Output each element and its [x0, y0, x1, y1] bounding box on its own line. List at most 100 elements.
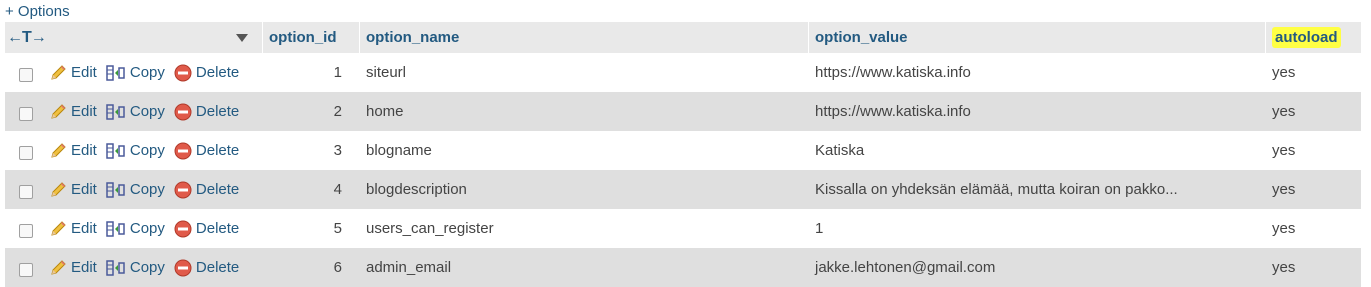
option-value-cell[interactable]: jakke.lehtonen@gmail.com [808, 248, 1265, 287]
edit-label: Edit [71, 181, 97, 198]
column-header-option-id[interactable]: option_id [262, 22, 359, 53]
delete-icon [174, 181, 192, 198]
delete-icon [174, 103, 192, 120]
copy-label: Copy [129, 259, 165, 276]
option-name-cell[interactable]: blogdescription [359, 170, 808, 209]
autoload-cell[interactable]: yes [1265, 248, 1361, 287]
edit-button[interactable]: Edit [49, 259, 97, 277]
autoload-cell[interactable]: yes [1265, 209, 1361, 248]
option-value-cell[interactable]: Kissalla on yhdeksän elämää, mutta koira… [808, 170, 1265, 209]
row-checkbox[interactable] [19, 67, 33, 82]
option-name-cell[interactable]: blogname [359, 131, 808, 170]
autoload-cell[interactable]: yes [1265, 53, 1361, 92]
pencil-icon [51, 142, 66, 158]
autoload-cell[interactable]: yes [1265, 92, 1361, 131]
column-header-option-value[interactable]: option_value [808, 22, 1265, 53]
option-value-cell[interactable]: 1 [808, 209, 1265, 248]
copy-icon [106, 64, 125, 81]
option-id-cell[interactable]: 1 [262, 53, 359, 92]
row-checkbox[interactable] [19, 106, 33, 121]
option-name-cell[interactable]: siteurl [359, 53, 808, 92]
autoload-highlight: autoload [1272, 27, 1341, 48]
option-value-cell[interactable]: Katiska [808, 131, 1265, 170]
row-checkbox[interactable] [19, 262, 33, 277]
table-row: Edit Copy [5, 53, 1361, 92]
pencil-icon [51, 259, 66, 275]
row-actions-cell: Edit Copy Delete [5, 209, 262, 248]
delete-icon [174, 64, 192, 81]
options-link[interactable]: + Options [5, 3, 70, 20]
copy-button[interactable]: Copy [106, 103, 165, 121]
results-table: ←T→ option_id option_name option_value a… [5, 22, 1361, 287]
option-value-cell[interactable]: https://www.katiska.info [808, 53, 1265, 92]
edit-button[interactable]: Edit [49, 142, 97, 160]
column-header-autoload[interactable]: autoload [1265, 22, 1361, 53]
row-actions-cell: Edit Copy Delete [5, 131, 262, 170]
autoload-cell[interactable]: yes [1265, 131, 1361, 170]
copy-icon [106, 181, 125, 198]
delete-label: Delete [195, 259, 240, 276]
copy-button[interactable]: Copy [106, 259, 165, 277]
delete-icon [174, 259, 192, 276]
pencil-icon [51, 181, 66, 197]
row-actions-cell: Edit Copy Delete [5, 92, 262, 131]
column-header-option-name[interactable]: option_name [359, 22, 808, 53]
delete-button[interactable]: Delete [174, 220, 239, 238]
copy-label: Copy [129, 220, 165, 237]
copy-label: Copy [129, 142, 165, 159]
sort-dropdown-icon[interactable] [236, 33, 248, 42]
option-value-cell[interactable]: https://www.katiska.info [808, 92, 1265, 131]
delete-button[interactable]: Delete [174, 181, 239, 199]
table-row: Edit Copy [5, 131, 1361, 170]
edit-label: Edit [71, 103, 97, 120]
copy-label: Copy [129, 103, 165, 120]
pencil-icon [51, 103, 66, 119]
copy-icon [106, 142, 125, 159]
option-id-cell[interactable]: 6 [262, 248, 359, 287]
option-id-cell[interactable]: 3 [262, 131, 359, 170]
option-id-cell[interactable]: 4 [262, 170, 359, 209]
edit-label: Edit [71, 259, 97, 276]
table-header-row: ←T→ option_id option_name option_value a… [5, 22, 1361, 53]
edit-label: Edit [71, 64, 97, 81]
option-id-cell[interactable]: 5 [262, 209, 359, 248]
copy-button[interactable]: Copy [106, 142, 165, 160]
table-row: Edit Copy [5, 170, 1361, 209]
column-resize-header[interactable]: ←T→ [5, 22, 262, 53]
row-checkbox[interactable] [19, 223, 33, 238]
edit-button[interactable]: Edit [49, 103, 97, 121]
row-actions-cell: Edit Copy Delete [5, 248, 262, 287]
option-name-cell[interactable]: users_can_register [359, 209, 808, 248]
copy-label: Copy [129, 181, 165, 198]
delete-label: Delete [195, 220, 240, 237]
option-name-cell[interactable]: admin_email [359, 248, 808, 287]
pencil-icon [51, 220, 66, 236]
delete-icon [174, 220, 192, 237]
table-row: Edit Copy [5, 248, 1361, 287]
delete-icon [174, 142, 192, 159]
row-actions-cell: Edit Copy Delete [5, 53, 262, 92]
row-checkbox[interactable] [19, 184, 33, 199]
option-id-cell[interactable]: 2 [262, 92, 359, 131]
delete-label: Delete [195, 142, 240, 159]
delete-label: Delete [195, 64, 240, 81]
row-actions-cell: Edit Copy Delete [5, 170, 262, 209]
delete-button[interactable]: Delete [174, 64, 239, 82]
option-name-cell[interactable]: home [359, 92, 808, 131]
column-arrows-icon[interactable]: ←T→ [7, 29, 47, 47]
edit-label: Edit [71, 220, 97, 237]
copy-button[interactable]: Copy [106, 181, 165, 199]
edit-button[interactable]: Edit [49, 181, 97, 199]
delete-button[interactable]: Delete [174, 259, 239, 277]
copy-button[interactable]: Copy [106, 64, 165, 82]
edit-button[interactable]: Edit [49, 64, 97, 82]
edit-button[interactable]: Edit [49, 220, 97, 238]
delete-button[interactable]: Delete [174, 103, 239, 121]
row-checkbox[interactable] [19, 145, 33, 160]
delete-button[interactable]: Delete [174, 142, 239, 160]
autoload-cell[interactable]: yes [1265, 170, 1361, 209]
pencil-icon [51, 64, 66, 80]
copy-icon [106, 220, 125, 237]
copy-label: Copy [129, 64, 165, 81]
copy-button[interactable]: Copy [106, 220, 165, 238]
